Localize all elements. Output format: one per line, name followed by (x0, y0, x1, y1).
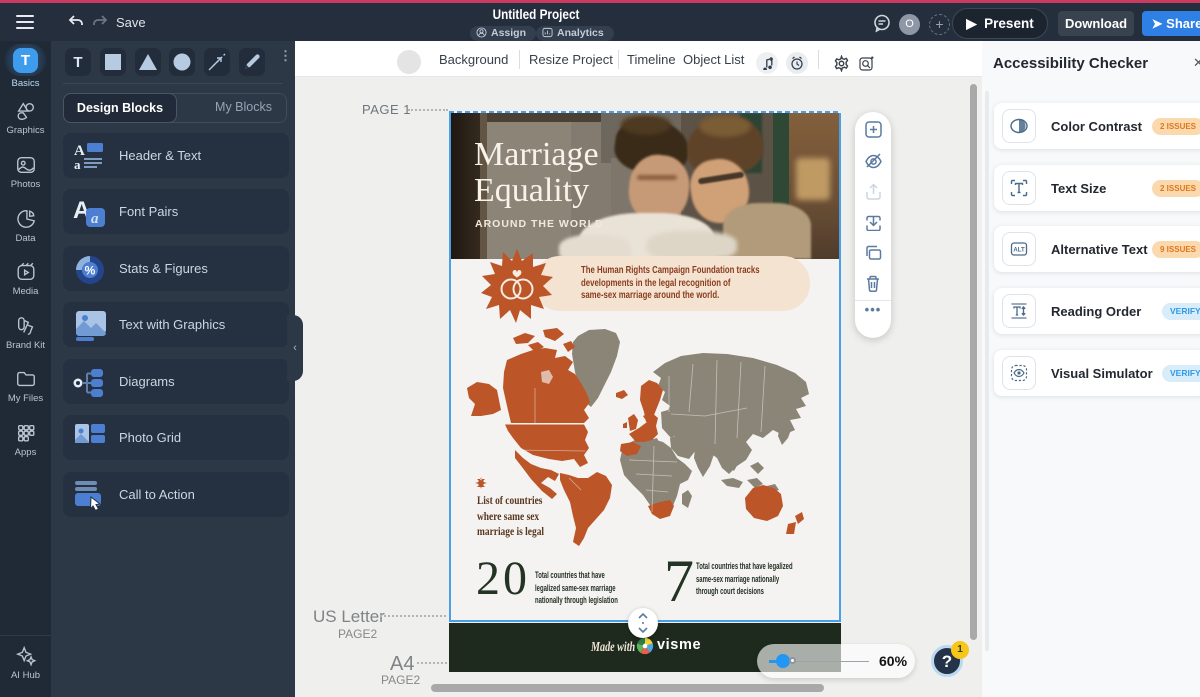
svg-text:ALT: ALT (1013, 248, 1025, 254)
svg-text:T: T (73, 54, 82, 71)
svg-text:%: % (85, 264, 96, 278)
svg-text:a: a (91, 211, 99, 227)
svg-text:a: a (74, 157, 81, 172)
